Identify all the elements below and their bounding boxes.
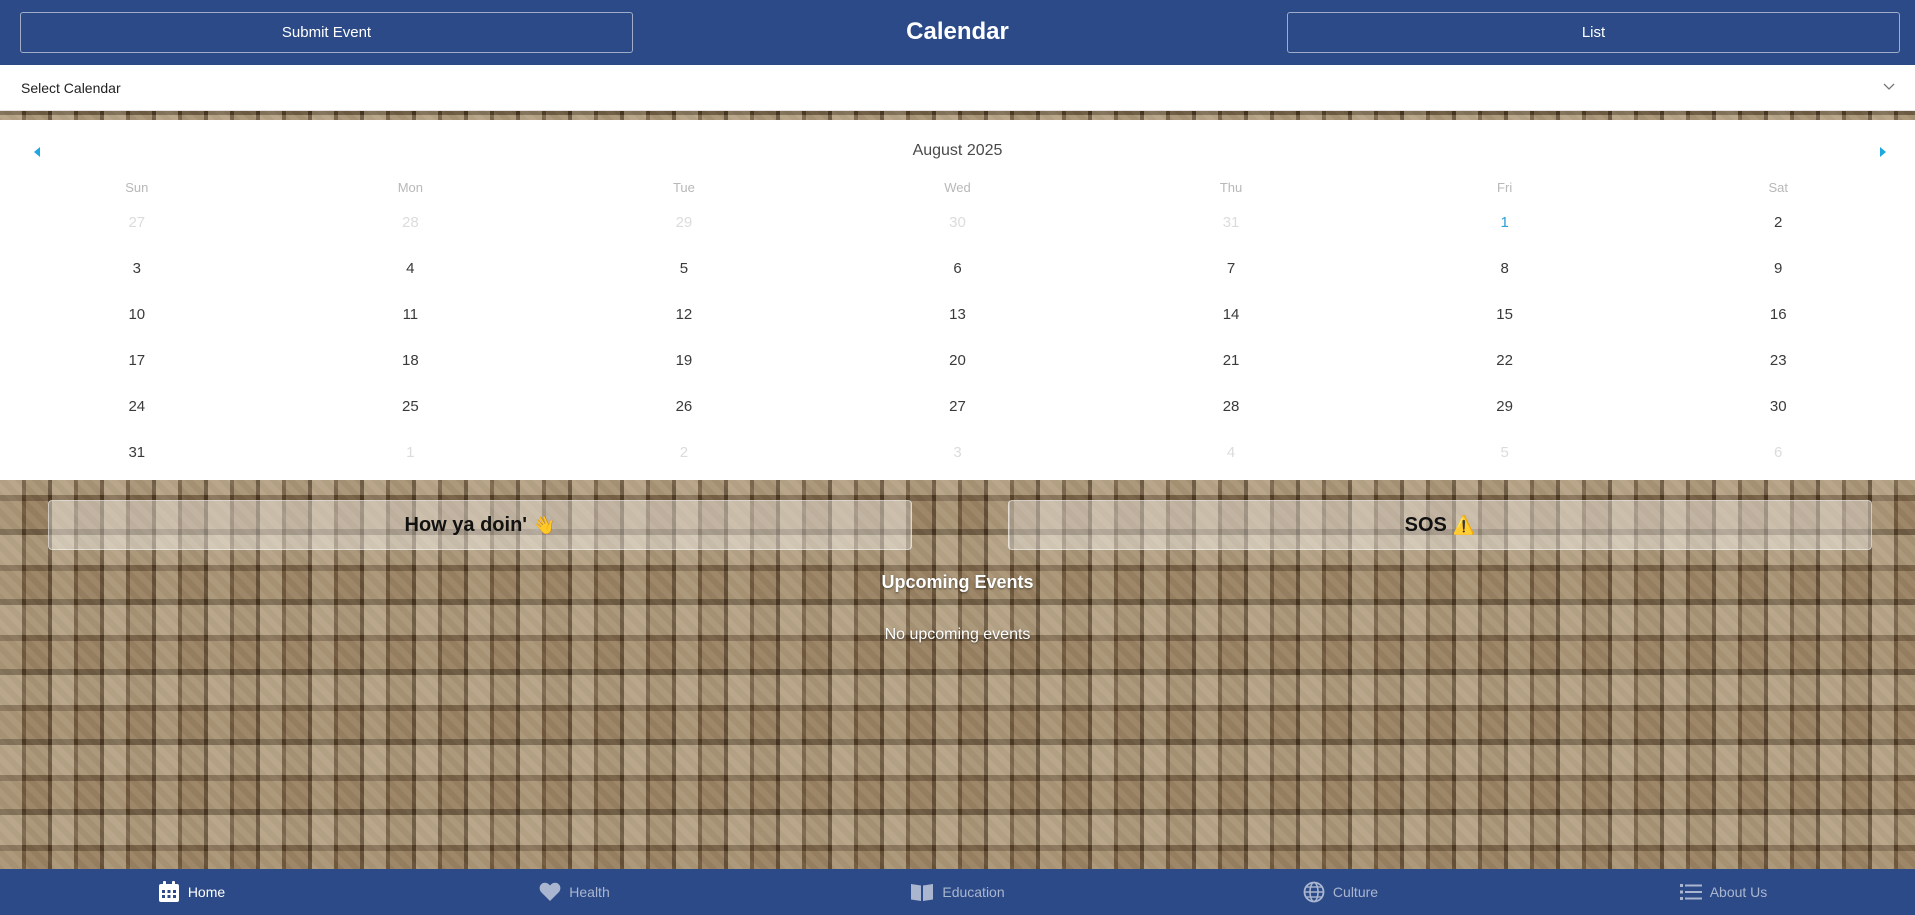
calendar-week-row: 31 1 2 3 4 5 6	[0, 430, 1915, 476]
calendar-day[interactable]: 24	[0, 384, 274, 430]
nav-item-label: About Us	[1709, 884, 1768, 900]
calendar-day[interactable]: 8	[1368, 246, 1642, 292]
calendar-week-row: 3456789	[0, 246, 1915, 292]
calendar-day[interactable]: 6	[1641, 430, 1915, 476]
calendar-day[interactable]: 5	[547, 246, 821, 292]
calendar-day[interactable]: 26	[547, 384, 821, 430]
nav-item-label: Culture	[1332, 884, 1379, 900]
calendar-day[interactable]: 3	[821, 430, 1095, 476]
calendar-day[interactable]: 12	[547, 292, 821, 338]
calendar-day[interactable]: 14	[1094, 292, 1368, 338]
calendar-week-row: 27 28 29 30 31 1 2	[0, 200, 1915, 246]
calendar-day[interactable]: 6	[821, 246, 1095, 292]
book-icon	[910, 882, 942, 902]
calendar-day[interactable]: 3	[0, 246, 274, 292]
calendar-day[interactable]: 15	[1368, 292, 1642, 338]
calendar-day[interactable]: 13	[821, 292, 1095, 338]
sos-label: SOS	[1404, 513, 1447, 536]
calendar-day[interactable]: 25	[274, 384, 548, 430]
calendar-day[interactable]: 27	[821, 384, 1095, 430]
calendar-day[interactable]: 10	[0, 292, 274, 338]
bottom-navigation: Home Health Education Culture About Us	[0, 869, 1915, 915]
weekday-label: Thu	[1219, 180, 1243, 195]
calendar-day[interactable]: 2	[547, 430, 821, 476]
app-header: Submit Event Calendar List	[0, 0, 1915, 65]
calendar-day[interactable]: 19	[547, 338, 821, 384]
calendar-day[interactable]: 1	[274, 430, 548, 476]
nav-item-health[interactable]: Health	[383, 869, 766, 915]
nav-item-home[interactable]: Home	[0, 869, 383, 915]
heart-icon	[539, 882, 569, 902]
month-calendar: August 2025 Sun Mon Tue Wed Thu Fri Sat 27 28 29…	[0, 120, 1915, 480]
list-icon	[1679, 883, 1710, 901]
month-label: August 2025	[912, 142, 1003, 159]
calendar-week-row: 24 25 26 27 28 29 30	[0, 384, 1915, 430]
nav-item-education[interactable]: Education	[766, 869, 1149, 915]
globe-icon	[1303, 881, 1333, 903]
select-calendar-label: Select Calendar	[21, 79, 121, 96]
calendar-day[interactable]: 31	[1094, 200, 1368, 246]
submit-event-button[interactable]: Submit Event	[20, 12, 633, 53]
sos-button[interactable]: SOS ⚠️	[1008, 500, 1872, 550]
nav-item-label: Home	[187, 884, 226, 900]
calendar-week-row: 10 11 12 13 14 15 16	[0, 292, 1915, 338]
weekday-label: Wed	[944, 180, 971, 195]
calendar-day[interactable]: 4	[1094, 430, 1368, 476]
calendar-day[interactable]: 21	[1094, 338, 1368, 384]
calendar-day[interactable]: 27	[0, 200, 274, 246]
weekday-label: Mon	[397, 180, 423, 195]
calendar-day[interactable]: 2	[1641, 200, 1915, 246]
calendar-day[interactable]: 17	[0, 338, 274, 384]
weekday-label: Tue	[672, 180, 695, 195]
waving-hand-icon: 👋	[533, 514, 556, 535]
calendar-day[interactable]: 29	[547, 200, 821, 246]
calendar-week-row: 17 18 19 20 21 22 23	[0, 338, 1915, 384]
calendar-day[interactable]: 30	[1641, 384, 1915, 430]
calendar-day[interactable]: 22	[1368, 338, 1642, 384]
nav-item-about-us[interactable]: About Us	[1532, 869, 1915, 915]
calendar-day[interactable]: 18	[274, 338, 548, 384]
list-view-button[interactable]: List	[1287, 12, 1900, 53]
no-events-message: No upcoming events	[884, 626, 1031, 643]
weekday-label: Fri	[1497, 180, 1513, 195]
calendar-day[interactable]: 7	[1094, 246, 1368, 292]
calendar-day[interactable]: 20	[821, 338, 1095, 384]
nav-item-culture[interactable]: Culture	[1149, 869, 1532, 915]
weekday-label: Sat	[1768, 180, 1788, 195]
calendar-day[interactable]: 16	[1641, 292, 1915, 338]
calendar-day[interactable]: 23	[1641, 338, 1915, 384]
weekday-label: Sun	[125, 180, 149, 195]
calendar-day[interactable]: 31	[0, 430, 274, 476]
calendar-day[interactable]: 5	[1368, 430, 1642, 476]
how-ya-doin-button[interactable]: How ya doin' 👋	[48, 500, 912, 550]
calendar-day[interactable]: 9	[1641, 246, 1915, 292]
select-calendar-dropdown[interactable]: Select Calendar	[0, 65, 1915, 111]
nav-item-label: Health	[569, 884, 610, 900]
calendar-icon	[158, 881, 188, 903]
chevron-down-icon	[1883, 83, 1895, 90]
nav-item-label: Education	[942, 884, 1005, 900]
calendar-day[interactable]: 29	[1368, 384, 1642, 430]
next-month-button[interactable]	[1873, 142, 1893, 162]
calendar-day[interactable]: 4	[274, 246, 548, 292]
calendar-day[interactable]: 11	[274, 292, 548, 338]
calendar-day[interactable]: 30	[821, 200, 1095, 246]
calendar-day-today[interactable]: 1	[1368, 200, 1642, 246]
how-ya-doin-label: How ya doin'	[404, 513, 528, 536]
upcoming-events-heading: Upcoming Events	[881, 572, 1034, 592]
warning-icon: ⚠️	[1452, 514, 1476, 535]
caret-right-icon	[1880, 147, 1886, 157]
calendar-day[interactable]: 28	[274, 200, 548, 246]
calendar-day[interactable]: 28	[1094, 384, 1368, 430]
weekday-header: Sun Mon Tue Wed Thu Fri Sat	[0, 180, 1915, 200]
